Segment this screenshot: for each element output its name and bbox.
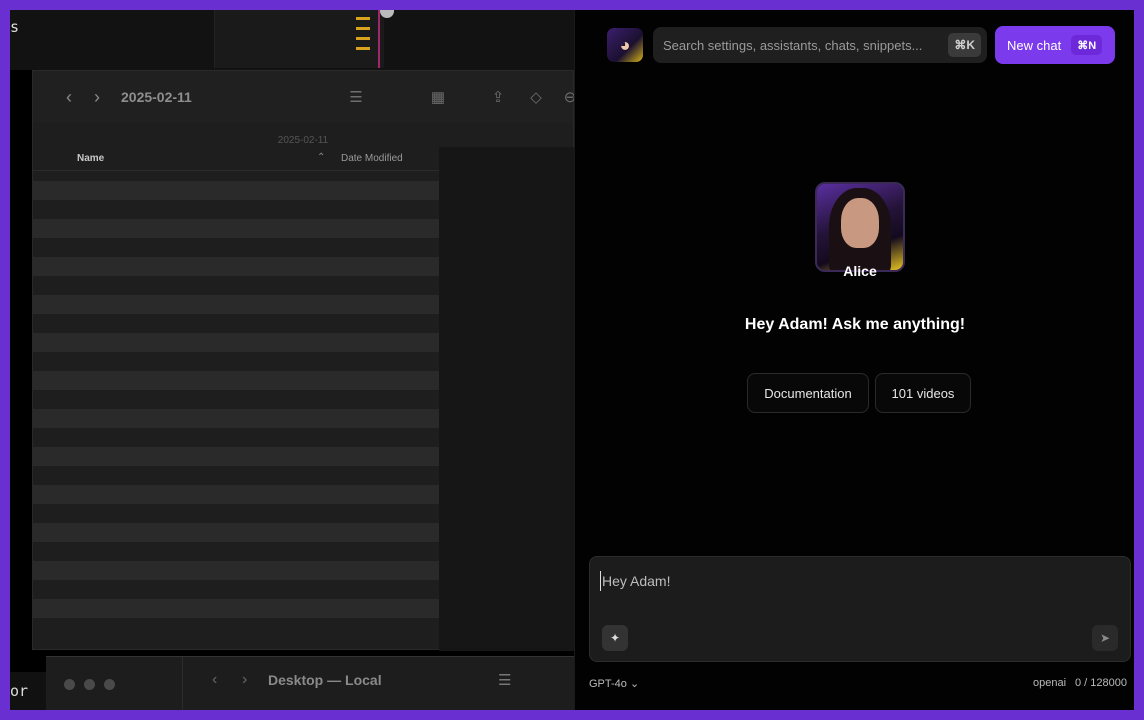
forward-icon[interactable]: › <box>242 671 247 689</box>
window-title: Desktop — Local <box>268 672 382 688</box>
background-text: s <box>10 18 20 36</box>
list-row[interactable] <box>33 276 439 295</box>
share-icon[interactable]: ⇪ <box>485 85 511 109</box>
list-row[interactable] <box>33 447 439 466</box>
text-caret <box>600 571 601 591</box>
search-placeholder: Search settings, assistants, chats, snip… <box>663 37 923 53</box>
list-header: Name ⌃ Date Modified <box>33 147 439 171</box>
background-text: or <box>10 682 29 700</box>
playhead-line <box>378 10 380 68</box>
background-app-bar: s <box>10 10 574 70</box>
list-row[interactable] <box>33 561 439 580</box>
list-row[interactable] <box>33 371 439 390</box>
send-icon[interactable]: ➤ <box>1092 625 1118 651</box>
list-row[interactable] <box>33 333 439 352</box>
list-row[interactable] <box>33 542 439 561</box>
screen-frame: s ‹ › 2025-02-11 ☰ ▦ ⇪ ◇ ⊖ 2025-02-11 Na… <box>10 10 1134 710</box>
list-row[interactable] <box>33 238 439 257</box>
list-row[interactable] <box>33 200 439 219</box>
list-row[interactable] <box>33 485 439 504</box>
list-row[interactable] <box>33 314 439 333</box>
list-row[interactable] <box>33 523 439 542</box>
assistant-name: Alice <box>843 263 877 279</box>
list-row[interactable] <box>33 390 439 409</box>
list-row[interactable] <box>33 428 439 447</box>
list-view-icon[interactable]: ☰ <box>343 85 369 109</box>
column-name[interactable]: Name <box>77 153 104 164</box>
list-row[interactable] <box>33 599 439 618</box>
provider-label: openai <box>1033 677 1067 689</box>
list-row[interactable] <box>33 504 439 523</box>
back-icon[interactable]: ‹ <box>55 83 83 111</box>
model-label: GPT-4o <box>589 678 627 690</box>
videos-button[interactable]: 101 videos <box>875 373 971 413</box>
finder-toolbar: ‹ › 2025-02-11 ☰ ▦ ⇪ ◇ ⊖ <box>33 71 576 123</box>
list-view-icon[interactable]: ☰ <box>498 671 511 689</box>
list-row[interactable] <box>33 181 439 200</box>
token-counter: 0 / 128000 <box>1075 677 1127 689</box>
magic-tools-icon[interactable]: ✦ <box>602 625 628 651</box>
tag-icon[interactable]: ◇ <box>523 85 549 109</box>
playhead-knob[interactable] <box>380 10 394 18</box>
list-row[interactable] <box>33 618 439 637</box>
list-row[interactable] <box>33 257 439 276</box>
documentation-button[interactable]: Documentation <box>747 373 869 413</box>
back-icon[interactable]: ‹ <box>212 671 217 689</box>
new-chat-shortcut: ⌘N <box>1071 35 1103 55</box>
new-chat-label: New chat <box>1007 37 1062 53</box>
message-input[interactable]: Hey Adam! <box>602 573 670 589</box>
new-chat-button[interactable]: New chat ⌘N <box>995 26 1115 64</box>
path-label: 2025-02-11 <box>277 135 329 146</box>
finder-window: ‹ › 2025-02-11 ☰ ▦ ⇪ ◇ ⊖ 2025-02-11 Name… <box>32 70 576 651</box>
search-input[interactable]: Search settings, assistants, chats, snip… <box>653 27 987 63</box>
chat-panel: ◕ Search settings, assistants, chats, sn… <box>574 10 1134 710</box>
message-composer[interactable]: Hey Adam! ✦ ➤ <box>589 556 1131 662</box>
minimize-icon[interactable] <box>84 679 95 690</box>
forward-icon[interactable]: › <box>83 83 111 111</box>
assistant-avatar[interactable]: ◕ <box>607 28 643 62</box>
list-row[interactable] <box>33 219 439 238</box>
greeting-text: Hey Adam! Ask me anything! <box>744 316 966 333</box>
marker-stack <box>356 10 372 68</box>
search-shortcut: ⌘K <box>948 33 981 57</box>
list-row[interactable] <box>33 466 439 485</box>
finder-preview-pane <box>439 147 575 651</box>
group-icon[interactable]: ▦ <box>425 85 451 109</box>
sort-chevron-icon[interactable]: ⌃ <box>317 152 325 163</box>
chevron-down-icon: ⌄ <box>629 678 640 690</box>
model-selector[interactable]: GPT-4o ⌄ <box>589 677 639 690</box>
assistant-portrait <box>815 182 905 272</box>
finder-title: 2025-02-11 <box>121 89 192 105</box>
zoom-icon[interactable] <box>104 679 115 690</box>
list-row[interactable] <box>33 580 439 599</box>
list-row[interactable] <box>33 409 439 428</box>
file-list <box>33 181 439 637</box>
column-date-modified[interactable]: Date Modified <box>341 153 403 164</box>
desktop-window-bar: ‹ › Desktop — Local ☰ <box>46 656 574 710</box>
close-icon[interactable] <box>64 679 75 690</box>
list-row[interactable] <box>33 352 439 371</box>
chat-header: ◕ Search settings, assistants, chats, sn… <box>575 10 1134 80</box>
list-row[interactable] <box>33 295 439 314</box>
